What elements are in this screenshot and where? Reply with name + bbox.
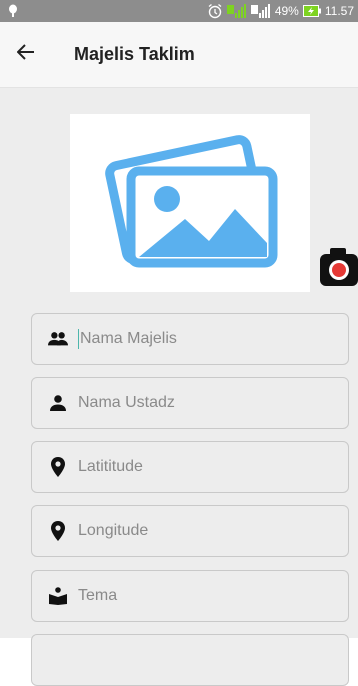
- status-time: 11.57: [324, 4, 354, 18]
- alarm-icon: [207, 3, 223, 19]
- person-icon: [48, 393, 68, 413]
- nama-majelis-field[interactable]: Nama Majelis: [31, 313, 349, 365]
- image-placeholder-icon: [95, 131, 285, 276]
- back-button[interactable]: [0, 22, 52, 88]
- battery-icon: [302, 4, 321, 18]
- page-title: Majelis Taklim: [74, 44, 195, 64]
- notification-icon: [8, 4, 18, 18]
- nama-majelis-placeholder: Nama Majelis: [80, 330, 177, 347]
- status-bar: 49% 11.57: [0, 0, 358, 22]
- latitude-field[interactable]: Latititude: [31, 441, 349, 493]
- text-cursor: [78, 329, 79, 349]
- nama-ustadz-placeholder: Nama Ustadz: [78, 394, 175, 411]
- location-pin-icon: [48, 521, 68, 541]
- tema-placeholder: Tema: [78, 587, 118, 604]
- next-field[interactable]: [31, 634, 349, 686]
- longitude-field[interactable]: Longitude: [31, 505, 349, 557]
- group-icon: [48, 329, 68, 349]
- signal-icon: [250, 3, 271, 19]
- nama-ustadz-field[interactable]: Nama Ustadz: [31, 377, 349, 429]
- longitude-placeholder: Longitude: [78, 522, 149, 539]
- camera-button[interactable]: [318, 244, 358, 288]
- camera-icon: [318, 248, 358, 292]
- app-bar: Majelis Taklim: [0, 22, 358, 88]
- image-preview[interactable]: [70, 114, 310, 292]
- book-reader-icon: [48, 586, 68, 606]
- form-container: Nama Majelis Nama Ustadz Latititude Long…: [0, 88, 358, 686]
- tema-field[interactable]: Tema: [31, 570, 349, 622]
- latitude-placeholder: Latititude: [78, 458, 143, 475]
- signal-icon: [226, 3, 247, 19]
- location-pin-icon: [48, 457, 68, 477]
- battery-percent: 49%: [274, 4, 299, 18]
- arrow-back-icon: [16, 44, 35, 65]
